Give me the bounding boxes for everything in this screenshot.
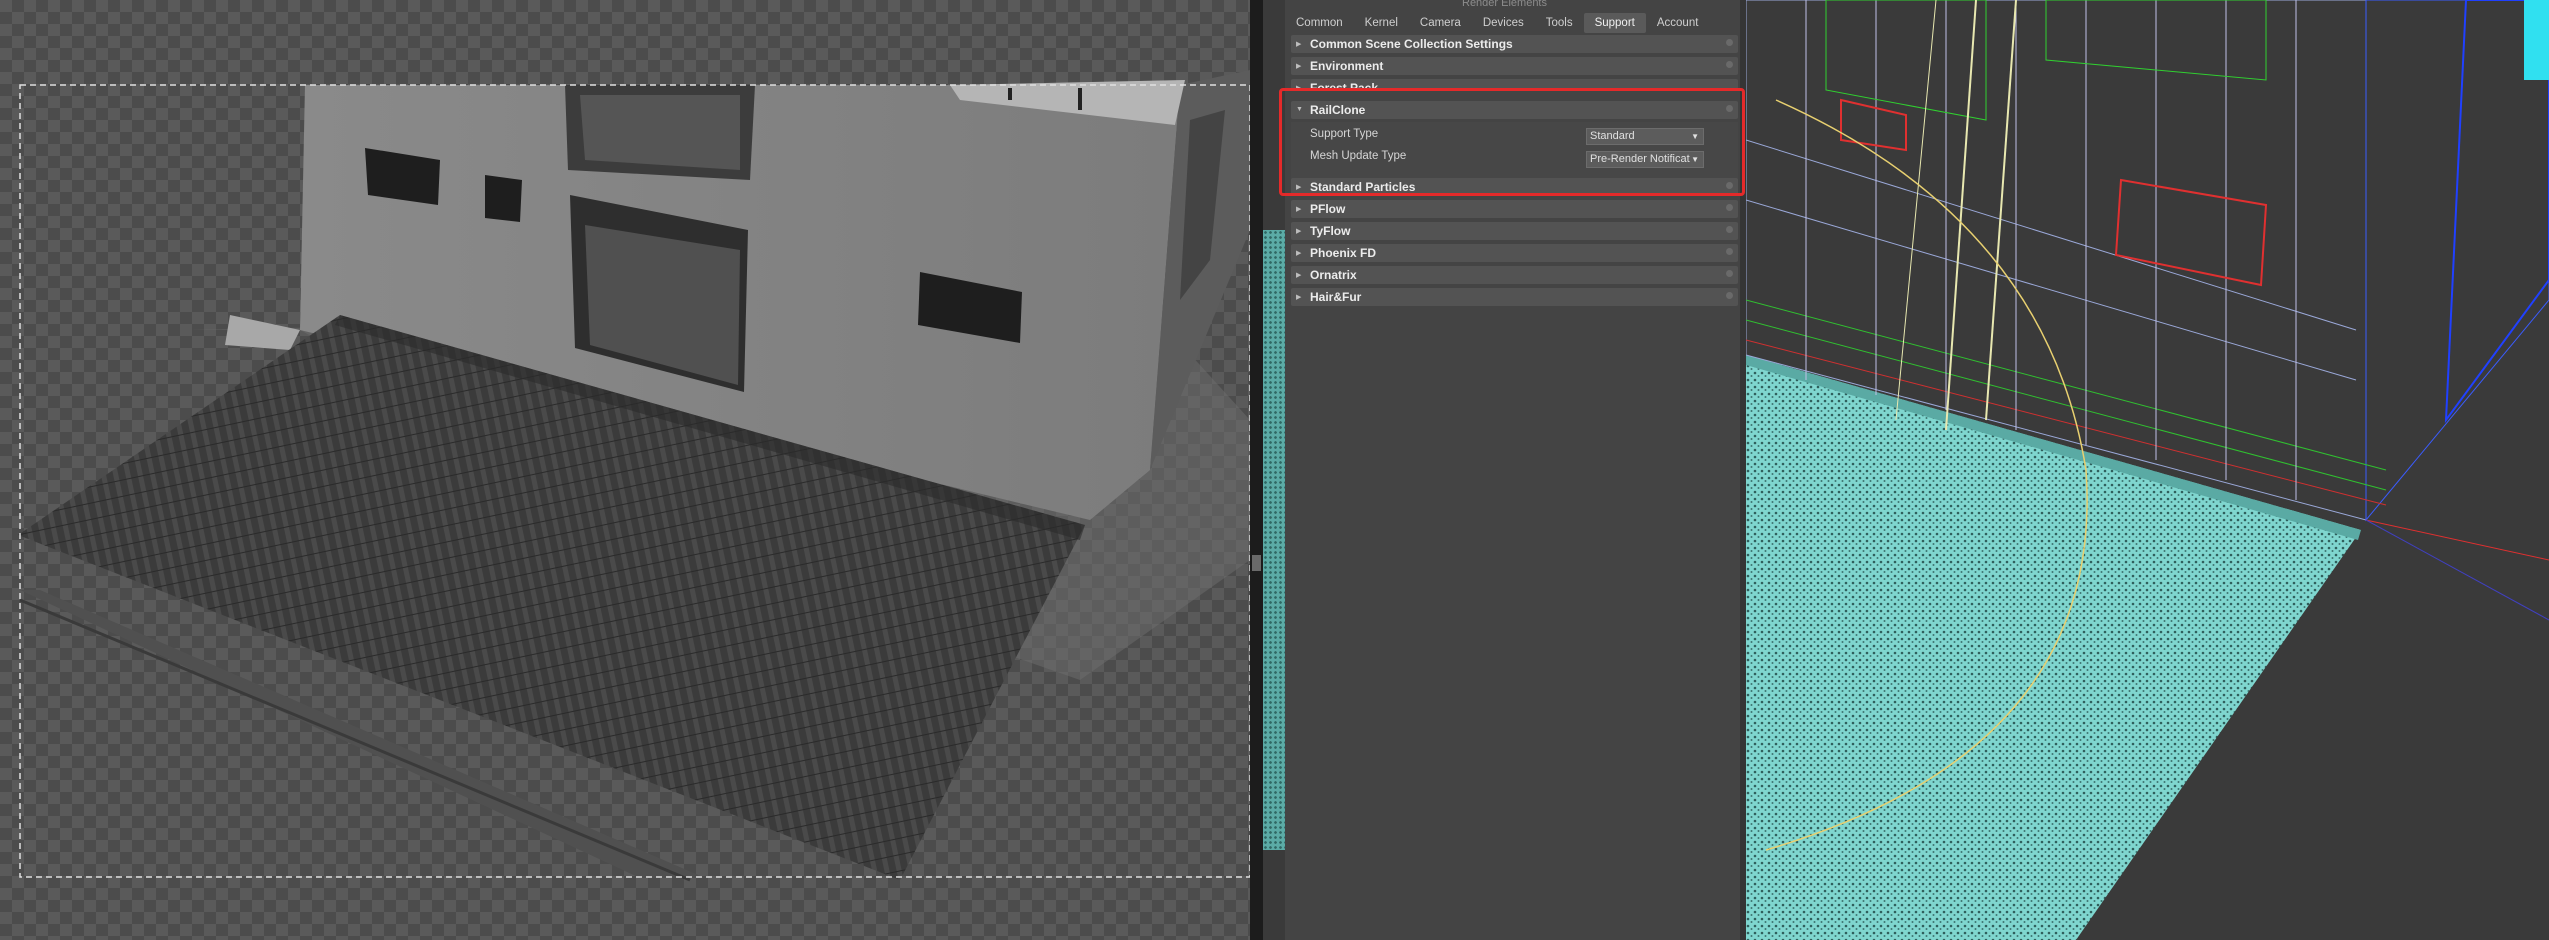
tab-bar: Common Kernel Camera Devices Tools Suppo… — [1285, 13, 1709, 33]
rollout-title: Ornatrix — [1310, 268, 1357, 282]
rollout-environment[interactable]: ▶ Environment — [1291, 57, 1738, 75]
rollout-pin-icon[interactable] — [1726, 248, 1733, 255]
rollout-title: Phoenix FD — [1310, 246, 1377, 260]
tab-support[interactable]: Support — [1583, 13, 1646, 33]
tab-tools[interactable]: Tools — [1535, 13, 1584, 33]
rollout-pflow[interactable]: ▶ PFlow — [1291, 200, 1738, 218]
rollout-common-scene[interactable]: ▶ Common Scene Collection Settings — [1291, 35, 1738, 53]
tab-camera[interactable]: Camera — [1409, 13, 1472, 33]
rollout-pin-icon[interactable] — [1726, 204, 1733, 211]
rollout-hair-fur[interactable]: ▶ Hair&Fur — [1291, 288, 1738, 306]
rollout-tyflow[interactable]: ▶ TyFlow — [1291, 222, 1738, 240]
triangle-right-icon: ▶ — [1296, 294, 1302, 301]
triangle-right-icon: ▶ — [1296, 206, 1302, 213]
rollout-ornatrix[interactable]: ▶ Ornatrix — [1291, 266, 1738, 284]
triangle-right-icon: ▶ — [1296, 272, 1302, 279]
rollout-title: PFlow — [1310, 202, 1346, 216]
viewport-scene — [1746, 0, 2549, 940]
tab-common[interactable]: Common — [1285, 13, 1354, 33]
rollout-pin-icon[interactable] — [1726, 226, 1733, 233]
triangle-right-icon: ▶ — [1296, 41, 1302, 48]
rollout-title: Environment — [1310, 59, 1384, 73]
tab-account[interactable]: Account — [1646, 13, 1710, 33]
tab-devices[interactable]: Devices — [1472, 13, 1535, 33]
tab-kernel[interactable]: Kernel — [1354, 13, 1409, 33]
rollout-title: Common Scene Collection Settings — [1310, 37, 1513, 51]
rollout-pin-icon[interactable] — [1726, 61, 1733, 68]
window-title: Render Elements — [1462, 0, 1547, 9]
scatter-preview — [1263, 230, 1285, 850]
panel-splitter[interactable] — [1250, 0, 1263, 940]
splitter-grip[interactable] — [1252, 555, 1261, 571]
triangle-right-icon: ▶ — [1296, 63, 1302, 70]
triangle-right-icon: ▶ — [1296, 250, 1302, 257]
rollout-title: Hair&Fur — [1310, 290, 1362, 304]
rollout-pin-icon[interactable] — [1726, 270, 1733, 277]
frame-buffer-render — [0, 0, 1250, 940]
rollout-pin-icon[interactable] — [1726, 39, 1733, 46]
rollout-phoenix-fd[interactable]: ▶ Phoenix FD — [1291, 244, 1738, 262]
3d-viewport[interactable] — [1746, 0, 2549, 940]
triangle-right-icon: ▶ — [1296, 228, 1302, 235]
rollout-pin-icon[interactable] — [1726, 292, 1733, 299]
railclone-highlight-box — [1279, 88, 1745, 196]
render-image — [18, 70, 1250, 882]
rollout-title: TyFlow — [1310, 224, 1351, 238]
